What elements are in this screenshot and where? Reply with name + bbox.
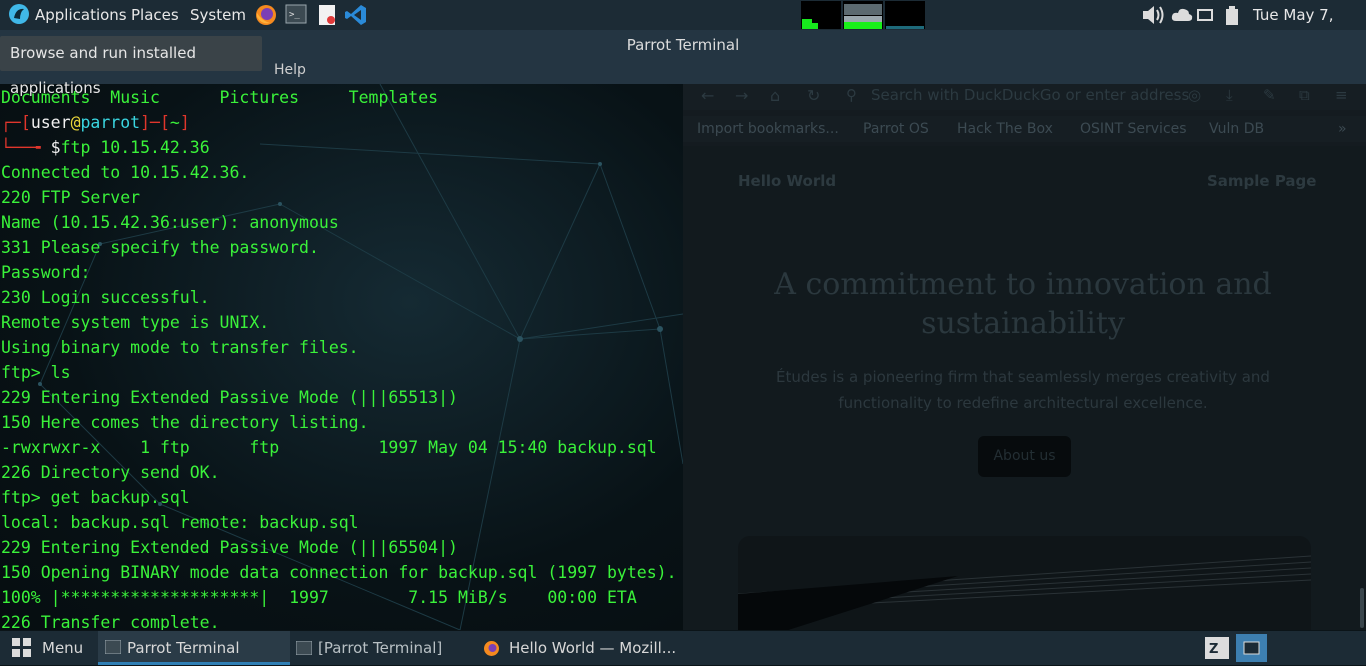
task-label: Parrot Terminal (127, 639, 240, 657)
terminal-line: -rwxrwxr-x 1 ftp ftp 1997 May 04 15:40 b… (1, 438, 657, 457)
browser-pane[interactable]: ← → ⌂ ↻ ⚲ Search with DuckDuckGo or ente… (683, 84, 1366, 630)
terminal-line: Remote system type is UNIX. (1, 313, 270, 332)
terminal-line: local: backup.sql remote: backup.sql (1, 513, 359, 532)
svg-text:>_: >_ (289, 10, 300, 20)
compression-tool-icon[interactable]: Z (1205, 637, 1229, 663)
text-editor-launcher-icon[interactable] (316, 3, 340, 27)
reader-icon[interactable]: ◎ (1188, 86, 1201, 104)
terminal-line: 230 Login successful. (1, 288, 210, 307)
desktop-icon (1243, 641, 1260, 655)
back-icon[interactable]: ← (701, 86, 714, 105)
terminal-line: 331 Please specify the password. (1, 238, 319, 257)
terminal-line: 226 Directory send OK. (1, 463, 220, 482)
terminal-line: Name (10.15.42.36:user): anonymous (1, 213, 339, 232)
extensions-icon[interactable]: ⧉ (1299, 86, 1310, 104)
hero-subtitle-line2: functionality to redefine architectural … (838, 394, 1208, 412)
vscode-launcher-icon[interactable] (344, 3, 368, 27)
svg-text:Z: Z (1209, 642, 1218, 657)
bookmark-parrot-os[interactable]: Parrot OS (863, 121, 929, 137)
download-icon[interactable]: ⤓ (1226, 86, 1233, 104)
bookmarks-overflow-icon[interactable]: » (1338, 121, 1347, 137)
terminal-line: ftp> get backup.sql (1, 488, 190, 507)
bookmark-osint[interactable]: OSINT Services (1080, 121, 1187, 137)
terminal-line: └──╼ $ftp 10.15.42.36 (1, 138, 210, 157)
parrot-logo-icon[interactable] (8, 3, 32, 27)
bottom-panel: Menu Parrot Terminal [Parrot Terminal] H… (0, 631, 1366, 665)
hamburger-menu-icon[interactable]: ≡ (1335, 86, 1348, 104)
terminal-line: 150 Here comes the directory listing. (1, 413, 369, 432)
system-menu[interactable]: System (190, 0, 246, 30)
address-bar[interactable]: Search with DuckDuckGo or enter address (871, 86, 1189, 104)
home-icon[interactable]: ⌂ (770, 86, 780, 105)
bookmark-hack-the-box[interactable]: Hack The Box (957, 121, 1053, 137)
bookmarks-bar: Import bookmarks... Parrot OS Hack The B… (683, 116, 1366, 142)
top-panel: Applications Places System >_ Tue May 7, (0, 0, 1366, 54)
terminal-line: Using binary mode to transfer files. (1, 338, 359, 357)
applications-tooltip: Browse and run installed applications (0, 36, 262, 97)
hero-title-line1: A commitment to innovation and (774, 267, 1272, 302)
firefox-icon (483, 640, 500, 661)
terminal-line: Connected to 10.15.42.36. (1, 163, 250, 182)
terminal-line: 229 Entering Extended Passive Mode (|||6… (1, 388, 458, 407)
terminal-launcher-icon[interactable]: >_ (285, 3, 309, 27)
browser-toolbar: ← → ⌂ ↻ ⚲ Search with DuckDuckGo or ente… (683, 84, 1366, 110)
battery-icon[interactable] (1222, 3, 1246, 27)
menu-grid-icon[interactable] (11, 637, 33, 663)
terminal-line: ┌─[user@parrot]─[~] (1, 113, 190, 132)
bookmark-vuln-db[interactable]: Vuln DB (1209, 121, 1264, 137)
tools-icon[interactable]: ✎ (1263, 86, 1276, 104)
cloud-sync-icon[interactable] (1170, 3, 1194, 27)
bookmark-import[interactable]: Import bookmarks... (697, 121, 839, 137)
terminal-icon (104, 639, 122, 658)
about-us-button[interactable]: About us (978, 436, 1071, 477)
volume-icon[interactable] (1140, 3, 1164, 27)
display-icon[interactable] (1196, 3, 1220, 27)
terminal-pane[interactable]: Documents Music Pictures Templates ┌─[use… (0, 84, 683, 630)
nav-sample-page[interactable]: Sample Page (1207, 172, 1316, 190)
reload-icon[interactable]: ↻ (807, 86, 820, 105)
hero-image (738, 536, 1311, 630)
terminal-line: Password: (1, 263, 91, 282)
hero-subtitle-line1: Études is a pioneering firm that seamles… (776, 368, 1270, 386)
terminal-line: 100% |********************| 1997 7.15 Mi… (1, 588, 637, 607)
show-desktop-button[interactable] (1236, 634, 1267, 662)
search-icon: ⚲ (846, 86, 857, 104)
terminal-line: 226 Transfer complete. (1, 613, 220, 630)
clock[interactable]: Tue May 7, 16:31 (1253, 0, 1366, 54)
task-parrot-terminal[interactable]: Parrot Terminal (98, 631, 290, 665)
site-title[interactable]: Hello World (738, 172, 836, 190)
forward-icon[interactable]: → (735, 86, 748, 105)
system-monitor-graphs (801, 1, 925, 29)
menu-button[interactable]: Menu (42, 631, 83, 665)
places-menu[interactable]: Places (131, 0, 179, 30)
scrollbar[interactable] (1360, 588, 1364, 628)
menu-help[interactable]: Help (274, 62, 306, 78)
terminal-icon (295, 640, 313, 659)
terminal-line: 229 Entering Extended Passive Mode (|||6… (1, 538, 458, 557)
task-firefox[interactable]: Hello World — Mozill... (509, 631, 676, 665)
applications-menu[interactable]: Applications (35, 0, 127, 30)
firefox-launcher-icon[interactable] (254, 3, 278, 27)
web-page: Hello World Sample Page A commitment to … (683, 146, 1366, 630)
task-parrot-terminal-minimized[interactable]: [Parrot Terminal] (318, 631, 442, 665)
hero-title-line2: sustainability (921, 306, 1125, 341)
terminal-line: 220 FTP Server (1, 188, 141, 207)
terminal-line: 150 Opening BINARY mode data connection … (1, 563, 677, 582)
terminal-line: ftp> ls (1, 363, 71, 382)
